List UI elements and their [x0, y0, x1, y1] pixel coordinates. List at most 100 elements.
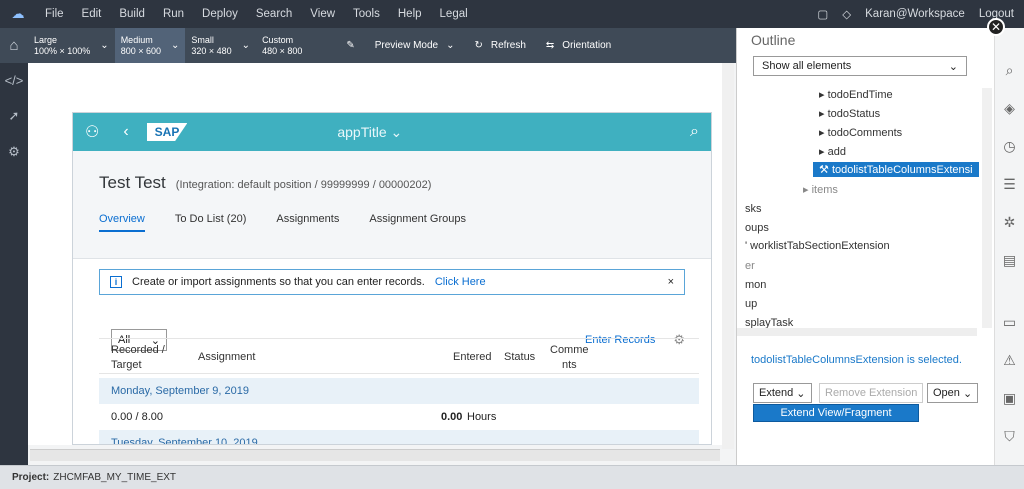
orientation-label: Orientation — [562, 40, 612, 51]
outline-node[interactable]: mon — [745, 279, 766, 291]
open-label: Open — [933, 387, 960, 399]
orientation-button[interactable]: ⇆ Orientation — [536, 28, 621, 63]
canvas-vertical-scrollbar[interactable] — [722, 63, 734, 449]
outline-horizontal-scrollbar[interactable] — [737, 328, 977, 336]
chevron-down-icon: ⌄ — [948, 60, 958, 73]
node-label: add — [827, 146, 846, 158]
menu-edit[interactable]: Edit — [73, 8, 111, 20]
menu-tools[interactable]: Tools — [344, 8, 389, 20]
settings-panel-icon[interactable]: ▣ — [1003, 390, 1016, 407]
menu-search[interactable]: Search — [247, 8, 301, 20]
bug-icon[interactable]: ✲ — [1004, 214, 1016, 231]
left-sidebar: </> ➚ ⚙ — [0, 63, 28, 465]
chevron-down-icon: ⌄ — [170, 40, 180, 51]
tab-overview[interactable]: Overview — [99, 213, 145, 232]
extend-view-fragment-menu-item[interactable]: Extend View/Fragment — [753, 404, 919, 422]
home-icon[interactable]: ⌂ — [0, 28, 28, 63]
node-label: todoComments — [827, 127, 903, 139]
chevron-down-icon: ⌄ — [100, 40, 109, 51]
open-button[interactable]: Open ⌄ — [927, 383, 979, 403]
outline-node[interactable]: ' worklistTabSectionExtension — [745, 240, 890, 252]
info-icon: i — [110, 276, 122, 288]
search-icon[interactable]: ⌕ — [1006, 62, 1014, 79]
click-here-link[interactable]: Click Here — [435, 276, 486, 288]
refresh-icon: ↻ — [474, 40, 483, 51]
bell-icon[interactable]: ◇ — [842, 7, 851, 21]
outline-node[interactable]: ▸ todoComments — [819, 126, 902, 139]
preview-mode-label: Preview Mode — [374, 40, 439, 51]
outline-node[interactable]: up — [745, 298, 757, 310]
outline-vertical-scrollbar[interactable] — [982, 88, 992, 328]
search-icon[interactable]: ⌕ — [678, 123, 711, 141]
code-icon[interactable]: </> — [5, 73, 24, 88]
outline-node[interactable]: er — [745, 260, 755, 272]
shield-icon[interactable]: ⛉ — [1004, 428, 1015, 445]
rocket-icon[interactable]: ➚ — [9, 108, 20, 124]
row-value: 0.00 / 8.00 — [111, 411, 163, 423]
list-icon[interactable]: ☰ — [1003, 176, 1016, 193]
menu-bar: ☁ File Edit Build Run Deploy Search View… — [0, 0, 1024, 28]
menu-file[interactable]: File — [36, 8, 73, 20]
clipboard-icon[interactable]: ▤ — [1003, 252, 1016, 269]
outline-node-selected[interactable]: ⚒ todolistTableColumnsExtensi — [813, 162, 979, 177]
sap-logo: SAP — [146, 123, 188, 141]
outline-node[interactable]: oups — [745, 222, 769, 234]
table-row[interactable]: 0.00 / 8.00 0.00 Hours — [99, 404, 699, 430]
row-hours: 0.00 — [441, 411, 463, 423]
gear-icon[interactable]: ⚙ — [8, 144, 20, 160]
object-title-text: Test Test — [99, 173, 166, 192]
app-title-text: appTitle — [337, 123, 387, 140]
device-label: Custom — [262, 34, 294, 45]
tab-assignment-groups[interactable]: Assignment Groups — [369, 213, 466, 232]
close-icon[interactable]: × — [668, 276, 674, 288]
outline-node[interactable]: ▸ todoEndTime — [819, 88, 893, 101]
refresh-button[interactable]: ↻ Refresh — [465, 28, 536, 63]
outline-node[interactable]: ▸ add — [819, 145, 846, 158]
device-size: 100% × 100% — [34, 45, 91, 56]
menu-build[interactable]: Build — [110, 8, 154, 20]
back-icon[interactable]: ‹ — [111, 123, 140, 141]
device-medium[interactable]: Medium 800 × 600 ⌄ — [114, 28, 186, 63]
col-target: Target — [111, 359, 142, 371]
menu-deploy[interactable]: Deploy — [193, 8, 247, 20]
warning-icon[interactable]: ⚠ — [1003, 352, 1016, 369]
tab-bar: Overview To Do List (20) Assignments Ass… — [99, 213, 711, 232]
status-label: Project: — [12, 472, 50, 483]
tab-todo[interactable]: To Do List (20) — [175, 213, 247, 232]
outline-filter-select[interactable]: Show all elements ⌄ — [753, 56, 967, 76]
outline-icon[interactable]: ◈ — [1004, 100, 1015, 117]
device-custom[interactable]: Custom 480 × 800 — [256, 28, 308, 63]
menu-run[interactable]: Run — [154, 8, 193, 20]
status-bar: Project: ZHCMFAB_MY_TIME_EXT — [0, 465, 1024, 489]
console-icon[interactable]: ▭ — [1003, 314, 1016, 331]
menu-help[interactable]: Help — [389, 8, 431, 20]
history-icon[interactable]: ◷ — [1003, 138, 1015, 155]
cloud-logo-icon: ☁ — [11, 6, 25, 21]
info-message-strip: i Create or import assignments so that y… — [99, 269, 685, 295]
outline-node[interactable]: ▸ items — [803, 183, 838, 196]
canvas-horizontal-scrollbar[interactable] — [30, 449, 720, 461]
outline-node[interactable]: ▸ todoStatus — [819, 107, 880, 120]
user-icon[interactable]: ⚇ — [73, 122, 111, 142]
menu-view[interactable]: View — [301, 8, 344, 20]
chat-icon[interactable]: ▢ — [817, 7, 828, 21]
close-panel-icon[interactable]: ✕ — [987, 18, 1005, 36]
preview-mode-dropdown[interactable]: Preview Mode ⌄ — [365, 28, 465, 63]
app-preview: ⚇ ‹ SAP appTitle ⌄ ⌕ Test Test (Integrati… — [72, 112, 712, 445]
app-title[interactable]: appTitle ⌄ — [337, 124, 402, 141]
preview-toolbar: ⌂ Large 100% × 100% ⌄ Medium 800 × 600 ⌄ Sma… — [0, 28, 736, 63]
device-large[interactable]: Large 100% × 100% ⌄ — [28, 28, 115, 63]
pencil-icon[interactable]: ✎ — [336, 28, 364, 63]
remove-extension-button[interactable]: Remove Extension — [819, 383, 924, 403]
outline-title: Outline — [751, 32, 796, 48]
menu-legal[interactable]: Legal — [431, 8, 477, 20]
col-entered: Entered — [453, 351, 492, 363]
user-name[interactable]: Karan@Workspace — [865, 8, 965, 20]
tab-assignments[interactable]: Assignments — [276, 213, 339, 232]
outline-node[interactable]: sks — [745, 203, 762, 215]
col-status: Status — [504, 351, 536, 363]
extend-button[interactable]: Extend ⌄ — [753, 383, 812, 403]
group-header[interactable]: Monday, September 9, 2019 — [99, 378, 699, 404]
group-header[interactable]: Tuesday, September 10, 2019 — [99, 430, 699, 444]
device-small[interactable]: Small 320 × 480 ⌄ — [185, 28, 256, 63]
